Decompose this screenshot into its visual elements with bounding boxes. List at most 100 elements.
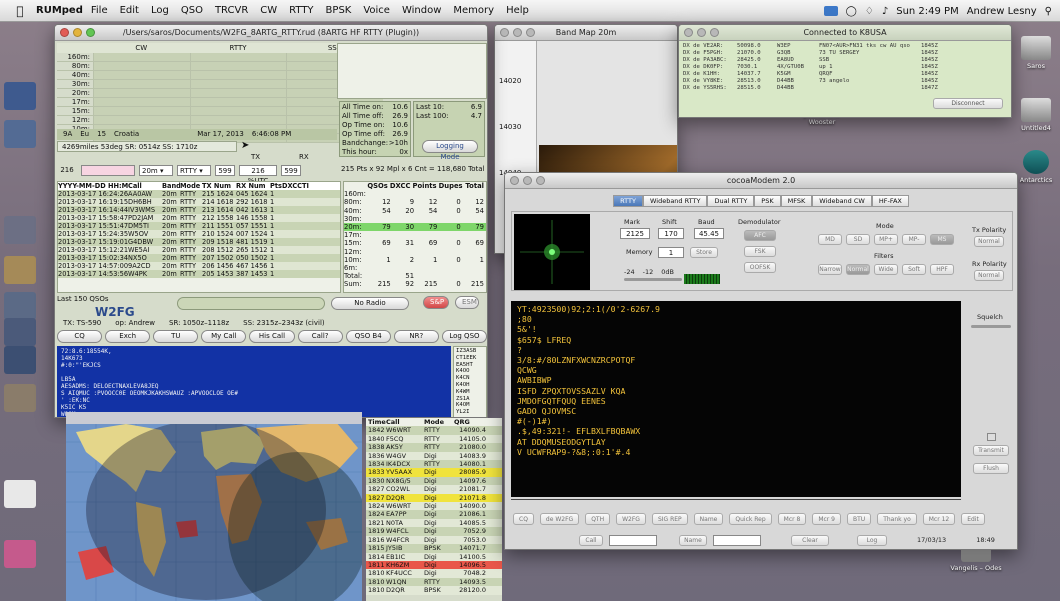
close-icon[interactable] [60,28,69,37]
log-column-header[interactable]: Pts [270,182,282,190]
log-column-header[interactable]: Band [162,182,180,190]
modem-macro-de-w2fg[interactable]: de W2FG [539,513,580,525]
modem-macro-mcr-9[interactable]: Mcr 9 [812,513,841,525]
spot-row[interactable]: 1811 KH6ZM Digi 14096.5 [366,560,502,570]
modem-macro-qth[interactable]: QTH [585,513,611,525]
filter-button-hpf[interactable]: HPF [930,264,954,275]
menu-window[interactable]: Window [402,5,441,16]
clock[interactable]: Sun 2:49 PM [896,6,959,17]
desktop-icon-antarctics[interactable]: Antarctics [1016,150,1056,184]
spot-column-header[interactable]: QRG [452,418,488,426]
caller-item[interactable]: K4WM [456,389,484,396]
receive-terminal[interactable]: YT:4923500)92;2:1(/0'2-6267.9 ;80 5&'! $657… [511,301,961,497]
tx-report-field[interactable]: 599 [215,164,235,176]
desktop-file-tile[interactable] [4,120,36,148]
transmit-checkbox[interactable] [987,433,996,441]
tab-dual-rtty[interactable]: Dual RTTY [707,195,755,207]
caller-item[interactable]: K4CN [456,375,484,382]
modem-macro-btu[interactable]: BTU [847,513,872,525]
spotlight-icon[interactable]: ⚲ [1045,6,1052,17]
table-row[interactable]: 2013-03-17 15:58:47 PD2JAM 20m RTTY 212 1558… [58,214,340,222]
afc-button[interactable]: AFC [744,230,776,241]
desktop-file-tile[interactable] [4,540,36,568]
table-row[interactable]: 2013-03-17 16:24:26 AA0AW 20m RTTY 215 1624 0… [58,190,340,198]
minimize-icon[interactable] [523,176,532,185]
filter-button-narrow[interactable]: Narrow [818,264,842,275]
tab-psk[interactable]: PSK [754,195,781,207]
desktop-file-tile[interactable] [4,480,36,508]
table-row[interactable]: 2013-03-17 14:57:00 9A2CD 20m RTTY 206 1456 4… [58,262,340,270]
log-column-header[interactable]: YYYY-MM-DD HH:MM:SS [58,182,128,190]
caller-item[interactable]: EA5HT [456,362,484,369]
caller-item[interactable]: K4OM [456,402,484,409]
spot-column-header[interactable]: Mode [422,418,452,426]
oofsk-button[interactable]: OOFSK [744,262,776,273]
modem-macro-thank-yo[interactable]: Thank yo [877,513,917,525]
table-row[interactable]: 2013-03-17 15:51:47 DM5TI 20m RTTY 211 1551 0… [58,222,340,230]
spot-row[interactable]: 1827 D2QR Digi 21071.8 [366,493,502,503]
log-column-header[interactable]: RX Num [236,182,270,190]
spot-row[interactable]: 1840 F5CQ RTTY 14105.0 [366,434,502,444]
spot-row[interactable]: 1821 N0TA Digi 14085.5 [366,518,502,528]
minimize-icon[interactable] [73,28,82,37]
menu-help[interactable]: Help [506,5,529,16]
transmit-button[interactable]: Transmit [973,445,1009,456]
spot-row[interactable]: 1814 EB1IC Digi 14100.5 [366,552,502,561]
table-row[interactable]: 2013-03-17 15:19:01 G4DBW 20m RTTY 209 1518 4… [58,238,340,246]
store-button[interactable]: Store [690,247,718,258]
table-row[interactable]: 2013-03-17 15:02:34 NX5O 20m RTTY 207 1502 05… [58,254,340,262]
zoom-icon[interactable] [86,28,95,37]
caller-item[interactable]: ZS1A [456,396,484,403]
menu-file[interactable]: File [91,5,108,16]
menu-trcvr[interactable]: TRCVR [215,5,248,16]
rx-report-field[interactable]: 599 [281,164,301,176]
callers-list[interactable]: IZ3ASB CT1EEK EA5HT K4OO K4CN K4OH K4WM ZS1A K4O… [453,346,487,417]
no-radio-button[interactable]: No Radio [331,297,409,310]
spot-row[interactable]: 1810 D2QR BPSK 28120.0 [366,586,502,595]
mode-button-mp-[interactable]: MP+ [874,234,898,245]
esm-button[interactable]: ESM [455,296,479,309]
desktop-file-tile[interactable] [4,256,36,284]
menu-app-name[interactable]: RUMped [36,5,83,16]
spot-row[interactable]: 1836 W4GV Digi 14083.9 [366,451,502,461]
mode-button-ms[interactable]: MS [930,234,954,245]
tab-wideband-rtty[interactable]: Wideband RTTY [642,195,708,207]
spot-list[interactable]: Time Call Mode QRG 1842 W6WRT RTTY 14090.4 1840… [366,418,502,601]
macro-button-cq[interactable]: CQ [57,330,103,343]
zoom-icon[interactable] [710,28,719,37]
spot-row[interactable]: 1810 W1QN RTTY 14093.5 [366,577,502,587]
tab-wideband-cw[interactable]: Wideband CW [812,195,872,207]
menu-bpsk[interactable]: BPSK [326,5,352,16]
log-column-header[interactable]: TX Num [202,182,236,190]
caller-item[interactable]: K4OO [456,368,484,375]
filter-button-soft[interactable]: Soft [902,264,926,275]
spot-row[interactable]: 1842 W6WRT RTTY 14090.4 [366,426,502,435]
desktop-file-tile[interactable] [4,82,36,110]
modem-macro-mcr-8[interactable]: Mcr 8 [777,513,807,525]
desktop-file-tile[interactable] [4,318,36,346]
squelch-slider[interactable] [971,325,1011,328]
filter-button-normal[interactable]: Normal [846,264,870,275]
menu-qso[interactable]: QSO [181,5,203,16]
user-name[interactable]: Andrew Lesny [967,6,1037,17]
spot-row[interactable]: 1827 CO2WL Digi 21081.7 [366,485,502,494]
close-icon[interactable] [500,28,509,37]
band-map-titlebar[interactable]: Band Map 20m [495,25,677,41]
zoom-icon[interactable] [536,176,545,185]
flush-button[interactable]: Flush [973,463,1009,474]
log-button[interactable]: Log [857,534,887,546]
frequency-display[interactable] [177,297,325,310]
received-text-area[interactable]: 72:8.6:18554K, 14K673 #:0:"'EKJCS LB5A AESAD… [57,346,451,417]
modem-name-input[interactable] [713,534,761,546]
spot-row[interactable]: 1834 IK4DCX RTTY 14080.1 [366,460,502,469]
macro-button-call-[interactable]: Call? [297,330,343,343]
spot-row[interactable]: 1819 W4FCL Digi 7052.9 [366,527,502,536]
minimize-icon[interactable] [697,28,706,37]
mode-button-sd[interactable]: SD [846,234,870,245]
caller-item[interactable]: IZ3ASB [456,348,484,355]
close-icon[interactable] [684,28,693,37]
fsk-button[interactable]: FSK [744,246,776,257]
spot-column-header[interactable]: Call [384,418,422,426]
baud-field[interactable]: 45.45 [694,228,724,239]
shift-field[interactable]: 170 [658,228,684,239]
